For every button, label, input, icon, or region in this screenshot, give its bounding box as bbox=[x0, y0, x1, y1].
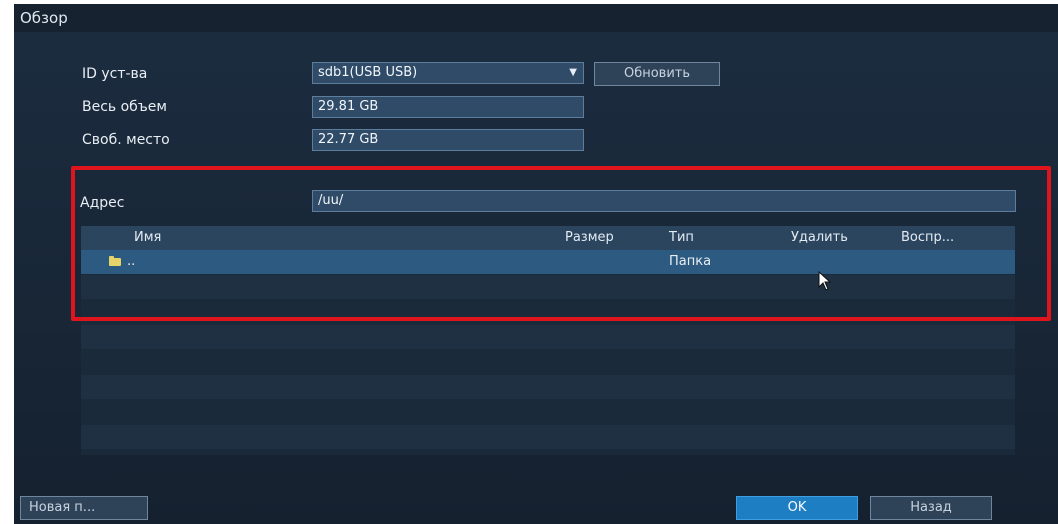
empty-row bbox=[81, 400, 1015, 424]
empty-row bbox=[81, 375, 1015, 399]
device-id-value: sdb1(USB USB) bbox=[318, 65, 418, 80]
mouse-cursor-icon bbox=[818, 271, 832, 291]
total-capacity-field: 29.81 GB bbox=[312, 96, 584, 118]
empty-row bbox=[81, 425, 1015, 449]
empty-row bbox=[81, 350, 1015, 374]
refresh-button[interactable]: Обновить bbox=[594, 62, 720, 86]
device-id-select[interactable]: sdb1(USB USB) ▼ bbox=[312, 62, 584, 84]
device-id-label: ID уст-ва bbox=[82, 66, 148, 82]
dialog-title: Обзор bbox=[20, 9, 68, 27]
highlight-frame bbox=[71, 166, 1051, 321]
ok-button[interactable]: OK bbox=[736, 496, 858, 520]
new-folder-button[interactable]: Новая п... bbox=[20, 496, 148, 520]
free-space-field: 22.77 GB bbox=[312, 129, 584, 151]
empty-row bbox=[81, 325, 1015, 349]
back-button[interactable]: Назад bbox=[870, 496, 992, 520]
free-space-label: Своб. место bbox=[82, 132, 170, 148]
title-bar: Обзор bbox=[14, 4, 1058, 32]
total-capacity-label: Весь объем bbox=[82, 99, 167, 115]
dropdown-arrow-icon[interactable]: ▼ bbox=[569, 63, 577, 83]
